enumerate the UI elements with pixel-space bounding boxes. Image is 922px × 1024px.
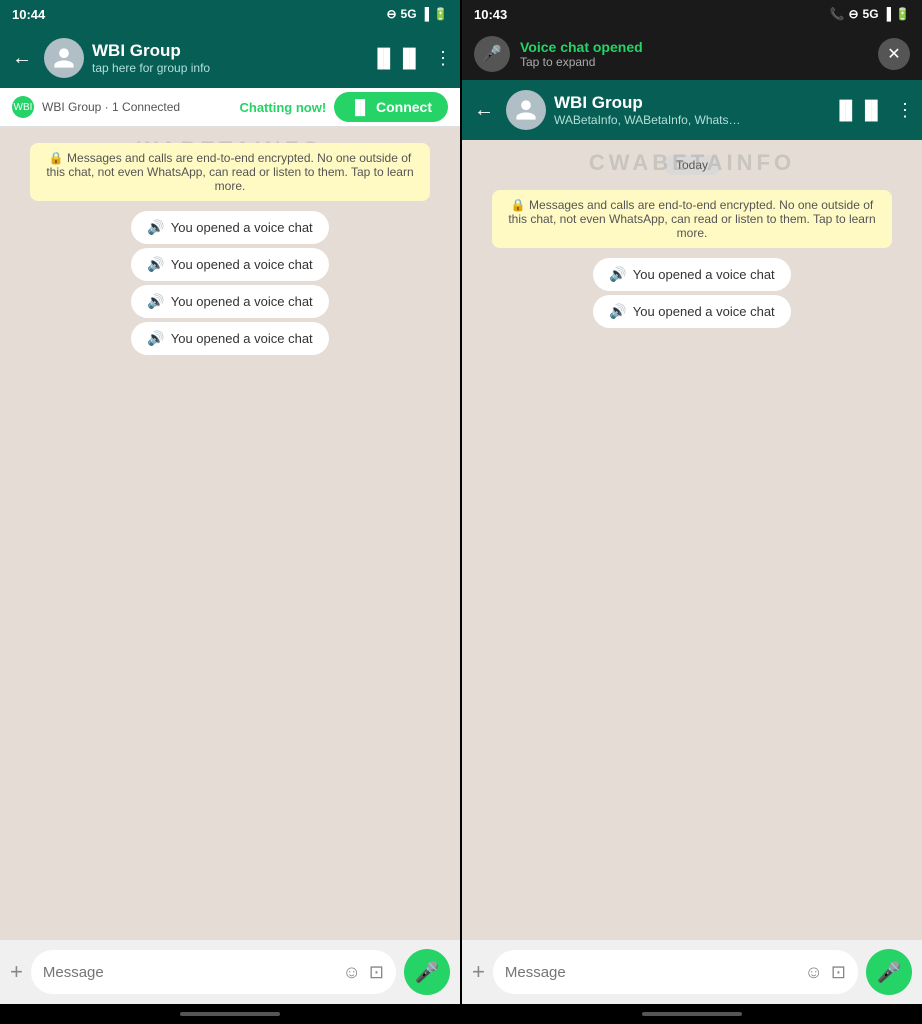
right-emoji-icon[interactable]: ☺: [805, 962, 823, 983]
right-back-button[interactable]: ←: [470, 95, 498, 126]
wave-icon-4: 🔊: [147, 330, 164, 347]
right-mic-button[interactable]: 🎤: [866, 949, 912, 995]
vc-msg-text-4: You opened a voice chat: [171, 331, 313, 346]
left-vc-msg-1[interactable]: 🔊 You opened a voice chat: [131, 211, 328, 244]
left-time: 10:44: [12, 7, 45, 22]
signal-bars-icon: ▐: [421, 7, 430, 21]
right-vc-msg-2[interactable]: 🔊 You opened a voice chat: [593, 295, 790, 328]
wbi-badge-text: WBI: [14, 102, 33, 113]
right-waveform-icon[interactable]: ▐▌▐▌: [833, 100, 884, 121]
left-camera-icon[interactable]: ⊡: [369, 962, 384, 983]
left-back-button[interactable]: ←: [8, 43, 36, 74]
left-mic-button[interactable]: 🎤: [404, 949, 450, 995]
vc-msg-text-3: You opened a voice chat: [171, 294, 313, 309]
left-group-name: WBI Group: [92, 41, 363, 61]
right-mic-circle: 🎤: [474, 36, 510, 72]
right-phone-icon: 📞: [830, 7, 845, 21]
right-close-icon: ✕: [887, 44, 900, 64]
right-plus-icon[interactable]: +: [472, 959, 485, 985]
right-chat-body: CWABETAINFO Today 🔒 Messages and calls a…: [462, 140, 922, 940]
left-avatar: [44, 38, 84, 78]
left-header-info[interactable]: WBI Group tap here for group info: [92, 41, 363, 75]
left-input-bar: + ☺ ⊡ 🎤: [0, 940, 460, 1004]
left-vc-msg-2[interactable]: 🔊 You opened a voice chat: [131, 248, 328, 281]
right-status-icons: 📞 ⊖ 5G ▐ 🔋: [830, 7, 911, 21]
right-voice-notif-bar[interactable]: 🎤 Voice chat opened Tap to expand ✕: [462, 28, 922, 80]
right-dnd-icon: ⊖: [848, 7, 858, 21]
left-connect-button[interactable]: ▐▌ Connect: [334, 92, 448, 122]
right-close-button[interactable]: ✕: [878, 38, 910, 70]
right-vc-msg-text-1: You opened a voice chat: [633, 267, 775, 282]
right-5g-text: 5G: [863, 7, 879, 21]
right-input-bar: + ☺ ⊡ 🎤: [462, 940, 922, 1004]
wave-icon-2: 🔊: [147, 256, 164, 273]
signal-text: 5G: [401, 7, 417, 21]
right-header-subtitle: WABetaInfo, WABetaInfo, Whats…: [554, 113, 825, 127]
right-header-icons: ▐▌▐▌ ⋮: [833, 100, 914, 121]
left-status-bar: 10:44 ⊖ 5G ▐ 🔋: [0, 0, 460, 28]
right-mic-notif-icon: 🎤: [482, 44, 502, 64]
left-mic-icon: 🎤: [415, 960, 440, 985]
left-home-bar: [180, 1012, 280, 1016]
dnd-icon: ⊖: [386, 7, 396, 21]
right-camera-icon[interactable]: ⊡: [831, 962, 846, 983]
left-status-icons: ⊖ 5G ▐ 🔋: [386, 7, 448, 21]
left-plus-icon[interactable]: +: [10, 959, 23, 985]
left-input-field: ☺ ⊡: [31, 950, 396, 994]
right-more-icon[interactable]: ⋮: [896, 100, 914, 121]
right-date-chip: Today: [472, 156, 912, 174]
right-time: 10:43: [474, 7, 507, 22]
left-panel: 10:44 ⊖ 5G ▐ 🔋 ← WBI Group tap here for …: [0, 0, 460, 1024]
chatting-now-label: Chatting now!: [240, 100, 327, 115]
right-avatar: [506, 90, 546, 130]
right-status-bar: 10:43 📞 ⊖ 5G ▐ 🔋: [462, 0, 922, 28]
connect-wave-icon: ▐▌: [350, 99, 370, 115]
right-date-label: Today: [664, 155, 720, 175]
right-vc-msg-text-2: You opened a voice chat: [633, 304, 775, 319]
left-group-info-bar: WBI WBI Group · 1 Connected Chatting now…: [0, 88, 460, 127]
right-wave-icon-1: 🔊: [609, 266, 626, 283]
left-home-indicator: [0, 1004, 460, 1024]
left-vc-msg-3[interactable]: 🔊 You opened a voice chat: [131, 285, 328, 318]
right-signal-icon: ▐: [883, 7, 892, 21]
right-voice-notif-title: Voice chat opened: [520, 39, 868, 55]
connect-btn-label: Connect: [376, 99, 432, 115]
left-waveform-icon[interactable]: ▐▌▐▌: [371, 48, 422, 69]
left-vc-msg-4[interactable]: 🔊 You opened a voice chat: [131, 322, 328, 355]
left-chat-body: WABETAINFO 🔒 Messages and calls are end-…: [0, 127, 460, 940]
left-header-subtitle: tap here for group info: [92, 61, 363, 75]
right-voice-notif-info: Voice chat opened Tap to expand: [520, 39, 868, 69]
right-home-indicator: [462, 1004, 922, 1024]
right-input-field: ☺ ⊡: [493, 950, 858, 994]
left-more-icon[interactable]: ⋮: [434, 48, 452, 69]
vc-msg-text-2: You opened a voice chat: [171, 257, 313, 272]
right-mic-icon: 🎤: [877, 960, 902, 985]
right-battery-icon: 🔋: [895, 7, 910, 21]
left-chat-header: ← WBI Group tap here for group info ▐▌▐▌…: [0, 28, 460, 88]
right-message-input[interactable]: [505, 964, 797, 981]
wave-icon-3: 🔊: [147, 293, 164, 310]
right-vc-msg-1[interactable]: 🔊 You opened a voice chat: [593, 258, 790, 291]
right-header-info[interactable]: WBI Group WABetaInfo, WABetaInfo, Whats…: [554, 93, 825, 127]
left-header-icons: ▐▌▐▌ ⋮: [371, 48, 452, 69]
right-group-name: WBI Group: [554, 93, 825, 113]
right-voice-notif-sub: Tap to expand: [520, 55, 868, 69]
left-emoji-icon[interactable]: ☺: [343, 962, 361, 983]
battery-icon: 🔋: [433, 7, 448, 21]
right-chat-header: ← WBI Group WABetaInfo, WABetaInfo, What…: [462, 80, 922, 140]
left-group-connected-text: WBI Group · 1 Connected: [42, 100, 180, 114]
left-encryption-notice[interactable]: 🔒 Messages and calls are end-to-end encr…: [30, 143, 430, 201]
right-panel: 10:43 📞 ⊖ 5G ▐ 🔋 🎤 Voice chat opened Tap…: [462, 0, 922, 1024]
wave-icon-1: 🔊: [147, 219, 164, 236]
right-home-bar: [642, 1012, 742, 1016]
vc-msg-text-1: You opened a voice chat: [171, 220, 313, 235]
left-message-input[interactable]: [43, 964, 335, 981]
left-wbi-badge: WBI: [12, 96, 34, 118]
right-wave-icon-2: 🔊: [609, 303, 626, 320]
right-encryption-notice[interactable]: 🔒 Messages and calls are end-to-end encr…: [492, 190, 892, 248]
